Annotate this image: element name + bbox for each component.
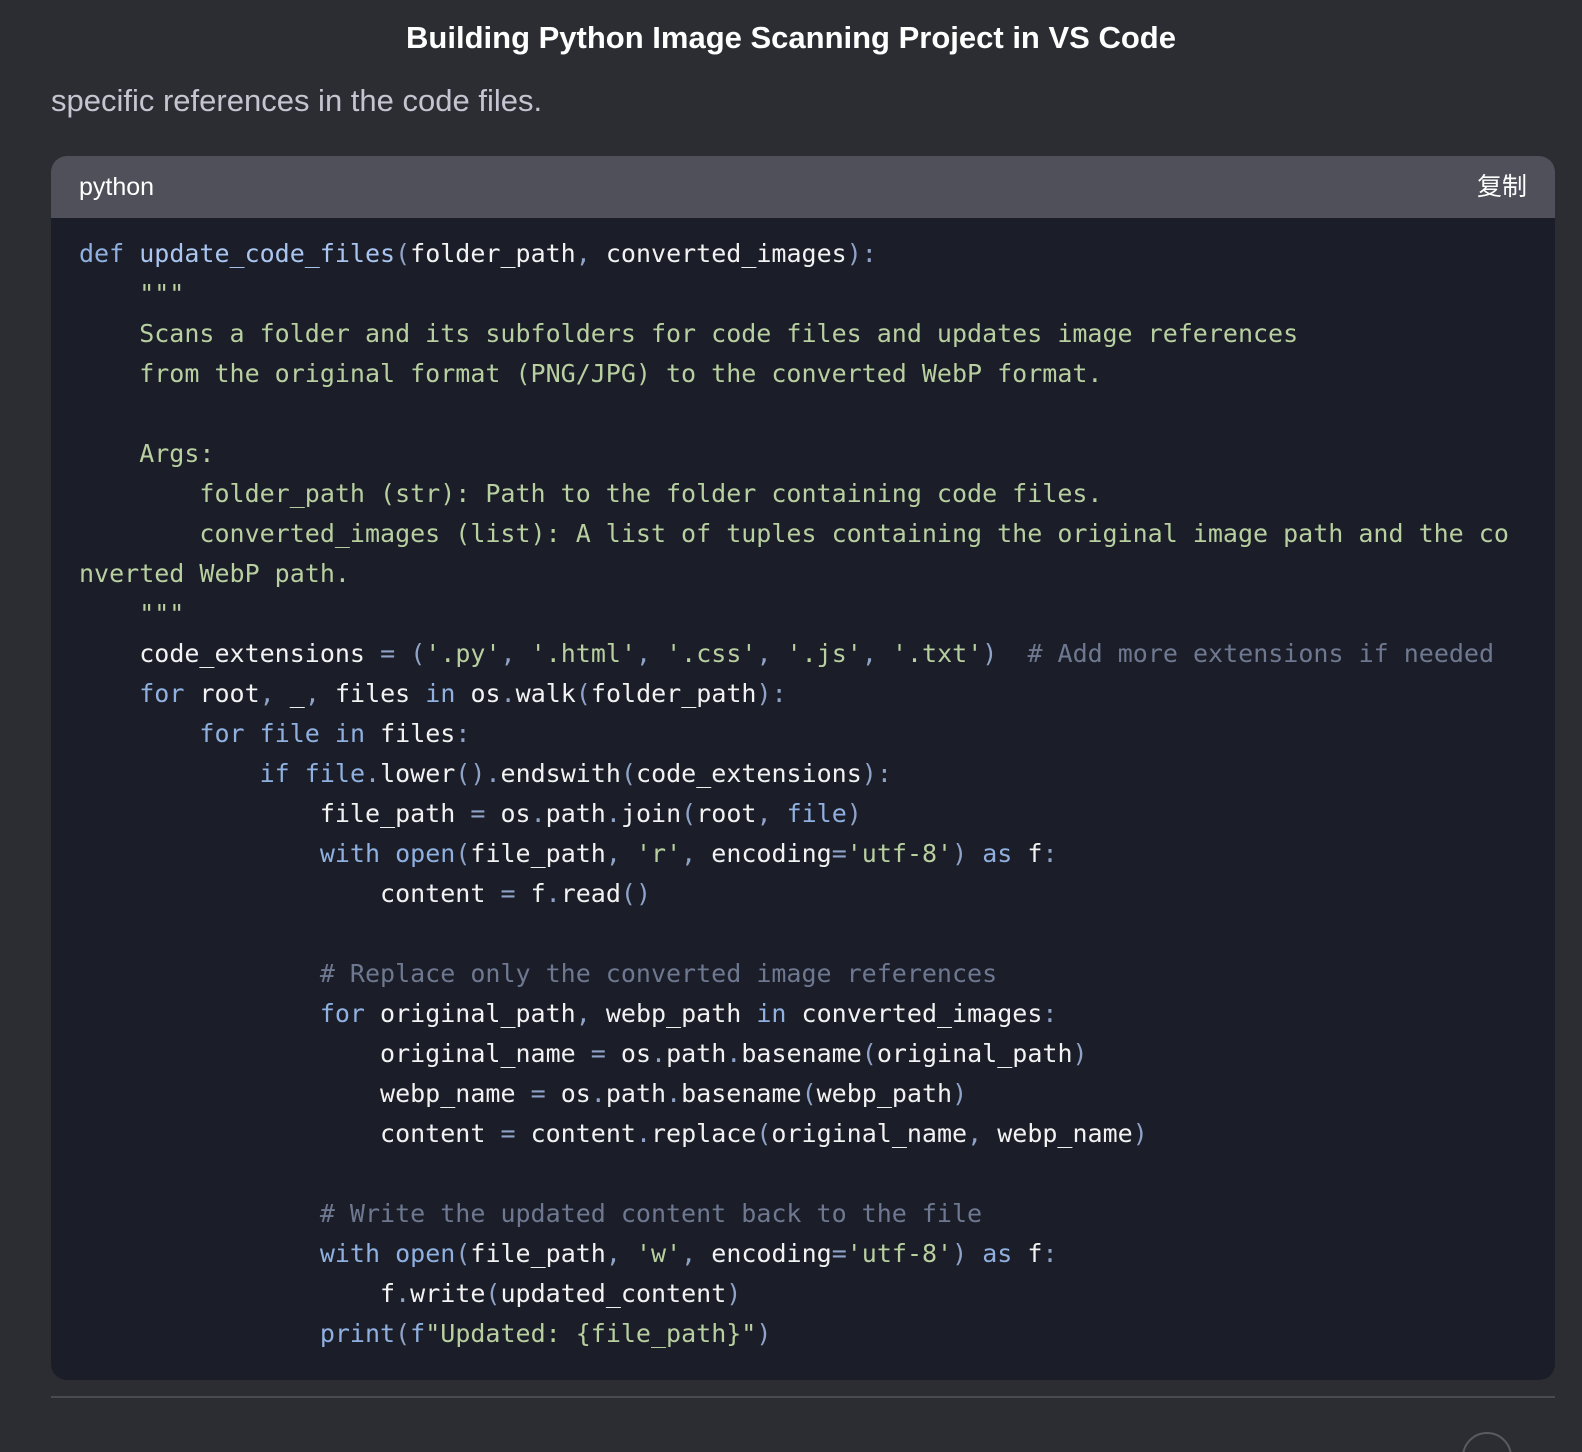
code-line: nverted WebP path. <box>79 559 350 588</box>
code-line: """ <box>79 279 185 308</box>
code-line: from the original format (PNG/JPG) to th… <box>79 359 1103 388</box>
code-line: with open(file_path, 'r', encoding='utf-… <box>319 839 1058 868</box>
code-line: """ <box>79 599 185 628</box>
code-block: python 复制 def update_code_files(folder_p… <box>51 156 1555 1380</box>
code-line: webp_name = os.path.basename(webp_path) <box>380 1079 968 1108</box>
code-line: # Write the updated content back to the … <box>319 1199 983 1228</box>
code-block-header: python 复制 <box>51 156 1555 218</box>
code-line: for root, _, files in os.walk(folder_pat… <box>139 679 787 708</box>
code-line: file_path = os.path.join(root, file) <box>319 799 862 828</box>
code-line: content = f.read() <box>380 879 652 908</box>
code-line: for original_path, webp_path in converte… <box>319 999 1058 1028</box>
code-line: print(f"Updated: {file_path}") <box>319 1319 772 1348</box>
code-language-label: python <box>79 173 155 201</box>
code-line: folder_path (str): Path to the folder co… <box>79 479 1103 508</box>
code-line: if file.lower().endswith(code_extensions… <box>259 759 892 788</box>
scroll-to-bottom-button[interactable] <box>1462 1432 1512 1452</box>
code-line: code_extensions = ('.py', '.html', '.css… <box>139 639 1495 668</box>
code-line: for file in files: <box>199 719 471 748</box>
message-divider <box>51 1396 1555 1398</box>
code-line: with open(file_path, 'w', encoding='utf-… <box>319 1239 1058 1268</box>
code-line: f.write(updated_content) <box>380 1279 742 1308</box>
page-title: Building Python Image Scanning Project i… <box>406 20 1176 55</box>
code-content: def update_code_files(folder_path, conve… <box>79 234 1539 1354</box>
message-intro-text: specific references in the code files. <box>51 83 543 118</box>
code-line: # Replace only the converted image refer… <box>319 959 998 988</box>
code-line: def update_code_files(folder_path, conve… <box>79 239 877 268</box>
copy-code-button[interactable]: 复制 <box>1477 156 1527 218</box>
code-line: original_name = os.path.basename(origina… <box>380 1039 1088 1068</box>
code-line: content = content.replace(original_name,… <box>380 1119 1148 1148</box>
code-line: Scans a folder and its subfolders for co… <box>79 319 1299 348</box>
code-line: converted_images (list): A list of tuple… <box>79 519 1509 548</box>
code-line: Args: <box>79 439 215 468</box>
